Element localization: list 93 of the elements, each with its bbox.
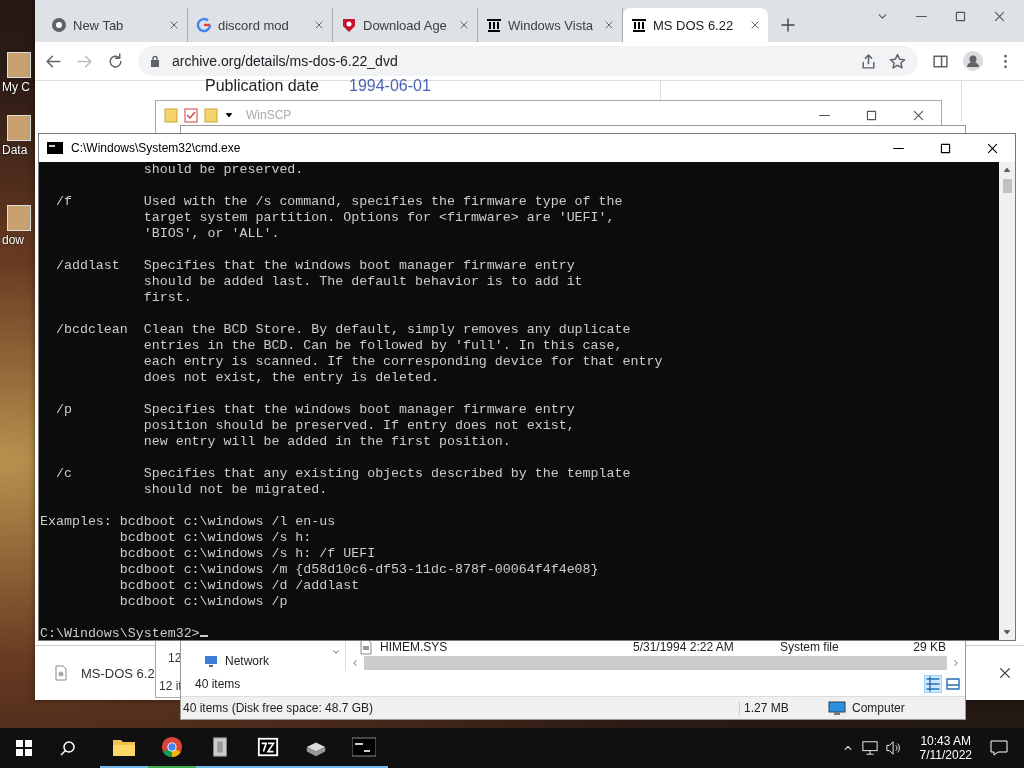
clock-date[interactable]: 7/11/2022: [919, 748, 972, 762]
dropdown-icon[interactable]: [224, 110, 234, 120]
field-label: Publication date: [205, 77, 319, 95]
console-line: bcdboot c:\windows /d /addlast: [118, 578, 361, 594]
chevron-icon[interactable]: [331, 647, 341, 657]
maximize-icon[interactable]: [865, 108, 878, 122]
selection-size: 1.27 MB: [739, 701, 822, 715]
google-icon: [196, 17, 212, 33]
clock-time[interactable]: 10:43 AM: [920, 734, 972, 748]
console-line: Examples: bcdboot c:\windows /l en-us: [40, 514, 337, 530]
desktop-icon-label: My C: [2, 80, 30, 94]
maximize-icon[interactable]: [939, 141, 952, 155]
chrome-icon: [160, 736, 184, 758]
window-title: WinSCP: [246, 108, 292, 122]
network-icon[interactable]: [861, 740, 878, 756]
windows-logo-icon[interactable]: [16, 740, 32, 756]
terminal-icon: [352, 736, 376, 758]
close-icon[interactable]: [998, 666, 1012, 680]
scrollbar-thumb[interactable]: [364, 656, 947, 670]
reload-icon[interactable]: [107, 52, 124, 70]
file-row[interactable]: HIMEM.SYS 5/31/1994 2:22 AM System file 29 KB: [346, 639, 965, 655]
console-line: bcdboot c:\windows /s h: /f UEFI: [118, 546, 377, 562]
location-text: Computer: [852, 701, 905, 715]
close-icon[interactable]: [986, 141, 999, 155]
console-line: /c Specifies that any existing objects described by the template: [54, 466, 632, 482]
columns-icon: [631, 17, 647, 33]
chrome-icon: [51, 17, 67, 33]
close-tab-icon[interactable]: [604, 20, 614, 30]
columns-icon: [486, 17, 502, 33]
close-tab-icon[interactable]: [750, 20, 760, 30]
side-panel-icon[interactable]: [932, 52, 949, 70]
seven-zip-icon: [256, 736, 280, 758]
console-line: should be preserved.: [142, 162, 305, 178]
desktop-icon-label: dow: [2, 233, 24, 247]
file-icon: [55, 665, 67, 681]
search-icon[interactable]: [60, 740, 76, 756]
desktop-icon-label: Data: [2, 143, 28, 157]
close-tab-icon[interactable]: [169, 20, 179, 30]
console-line: should not be migrated.: [142, 482, 329, 498]
browser-tab[interactable]: MS DOS 6.22: [623, 8, 768, 42]
browser-tab[interactable]: discord mod: [188, 8, 333, 42]
text-cursor: [199, 635, 208, 637]
terminal-icon: [47, 142, 63, 154]
command-prompt: C:\Windows\System32>: [40, 626, 200, 641]
close-icon[interactable]: [912, 108, 925, 122]
file-icon: [358, 639, 374, 655]
status-text: 40 items (Disk free space: 48.7 GB): [183, 701, 375, 715]
console-line: does not exist, the entry is deleted.: [142, 370, 440, 386]
console-line: /p Specifies that the windows boot manager firmware entry: [54, 402, 576, 418]
console-line: bcdboot c:\windows /s h:: [118, 530, 313, 546]
checklist-icon[interactable]: [184, 107, 198, 123]
back-icon[interactable]: [45, 52, 62, 70]
console-line: position should be preserved. If entry does not exist,: [142, 418, 576, 434]
date-link[interactable]: 1994-06-01: [349, 77, 431, 95]
console-line: /addlast Specifies that the windows boot manager firmware entry: [54, 258, 576, 274]
share-icon[interactable]: [860, 52, 877, 70]
scroll-left-icon[interactable]: [350, 658, 360, 668]
console-line: /bcdclean Clean the BCD Store. By default, simply removes any duplicate: [54, 322, 632, 338]
browser-tab[interactable]: New Tab: [43, 8, 188, 42]
close-tab-icon[interactable]: [459, 20, 469, 30]
console-line: first.: [142, 290, 193, 306]
large-icons-view-icon[interactable]: [945, 675, 961, 692]
new-tab-icon[interactable]: [780, 17, 796, 33]
computer-icon: [828, 701, 846, 715]
url-text: archive.org/details/ms-dos-6.22_dvd: [172, 53, 399, 69]
address-bar[interactable]: archive.org/details/ms-dos-6.22_dvd: [138, 46, 918, 76]
console-line: should be added last. The default behavior is to add it: [142, 274, 584, 290]
console-line: entries in the BCD. Can be followed by 'full'. In this case,: [142, 338, 624, 354]
network-icon: [203, 653, 219, 669]
details-view-icon[interactable]: [925, 675, 941, 692]
shield-icon: [341, 17, 357, 33]
close-tab-icon[interactable]: [314, 20, 324, 30]
console-line: 'BIOS', or 'ALL'.: [142, 226, 281, 242]
console-line: /f Used with the /s command, specifies the firmware type of the: [54, 194, 624, 210]
lock-icon: [150, 55, 160, 67]
scroll-down-icon[interactable]: [1002, 627, 1012, 637]
console-line: each entry is scanned. If the corresponding device for that entry: [142, 354, 664, 370]
console-line: bcdboot c:\windows /m {d58d10c6-df53-11dc-878f-00064f4f4e08}: [118, 562, 600, 578]
window-title: C:\Windows\System32\cmd.exe: [71, 141, 241, 155]
notification-icon[interactable]: [990, 740, 1008, 756]
star-icon[interactable]: [889, 52, 906, 70]
profile-icon[interactable]: [963, 51, 983, 71]
console-line: target system partition. Options for <firmware> are 'UEFI',: [142, 210, 616, 226]
scroll-up-icon[interactable]: [1002, 165, 1012, 175]
scroll-right-icon[interactable]: [951, 658, 961, 668]
console-line: new entry will be added in the first position.: [142, 434, 512, 450]
console-line: bcdboot c:\windows /p: [118, 594, 289, 610]
browser-tab[interactable]: Download Age: [333, 8, 478, 42]
nav-item[interactable]: Network: [203, 653, 269, 669]
item-count: 40 items: [195, 676, 241, 691]
speaker-icon[interactable]: [885, 740, 902, 756]
download-filename[interactable]: MS-DOS 6.2: [81, 665, 155, 681]
scrollbar-thumb[interactable]: [1002, 179, 1012, 193]
